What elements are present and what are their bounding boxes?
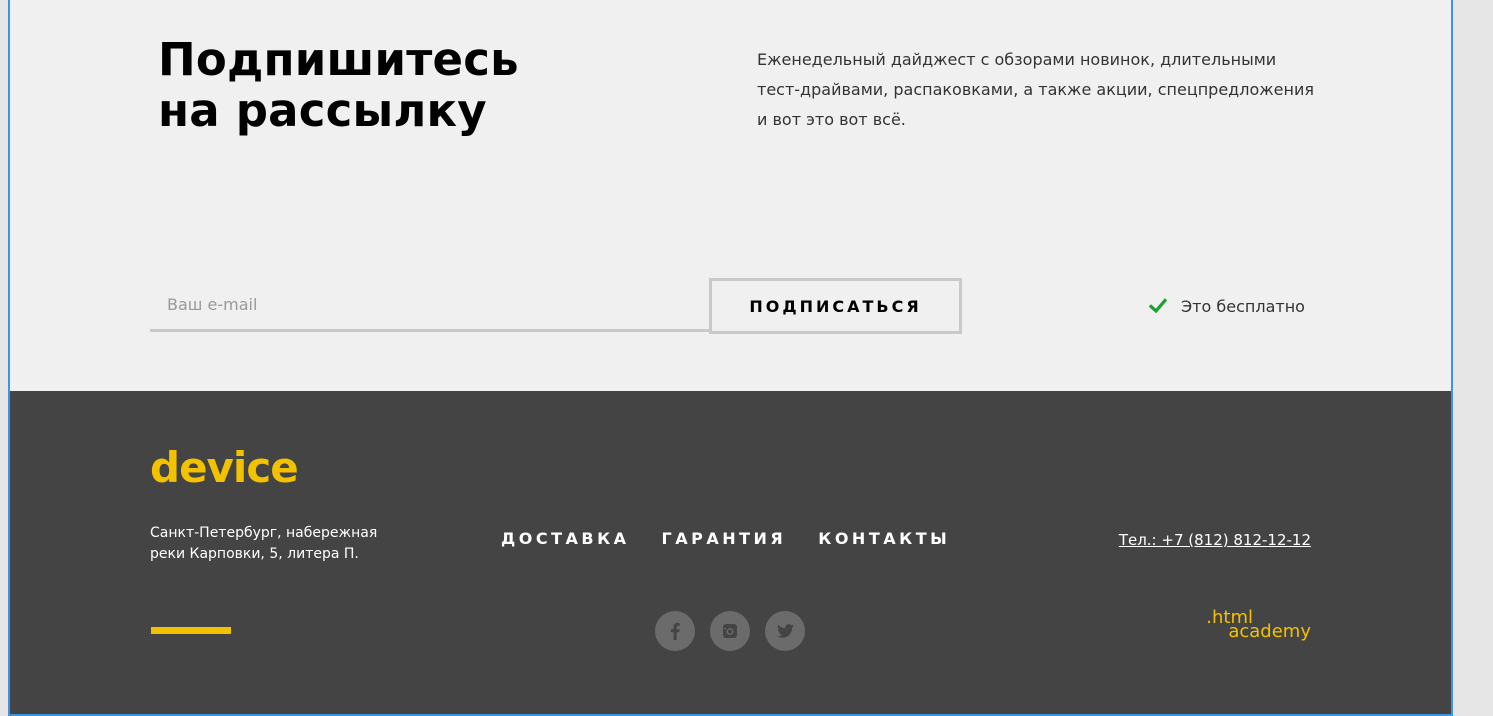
- footer-logo[interactable]: device: [150, 443, 299, 493]
- subscribe-title-line1: Подпишитесь: [158, 33, 519, 86]
- footer-nav-warranty[interactable]: ГАРАНТИЯ: [662, 527, 787, 551]
- facebook-icon[interactable]: [655, 611, 695, 651]
- footer-address: Санкт-Петербург, набережная реки Карповк…: [150, 525, 378, 562]
- twitter-icon[interactable]: [765, 611, 805, 651]
- footer-nav-contacts[interactable]: КОНТАКТЫ: [818, 527, 950, 551]
- subscribe-title-line2: на рассылку: [158, 84, 487, 137]
- footer-divider: [151, 627, 231, 634]
- check-icon: [1148, 297, 1168, 315]
- subscribe-description: Еженедельный дайджест с обзорами новинок…: [757, 50, 1314, 129]
- footer-nav-delivery[interactable]: ДОСТАВКА: [501, 527, 630, 551]
- site-footer: device Санкт-Петербург, набережная реки …: [10, 391, 1451, 714]
- footer-nav: ДОСТАВКА ГАРАНТИЯ КОНТАКТЫ: [501, 527, 982, 551]
- footer-phone[interactable]: Тел.: +7 (812) 812-12-12: [1119, 529, 1311, 551]
- free-note: Это бесплатно: [1148, 294, 1305, 318]
- page-frame: Подпишитесь на рассылку Еженедельный дай…: [8, 0, 1453, 716]
- subscribe-button[interactable]: ПОДПИСАТЬСЯ: [709, 278, 962, 334]
- subscribe-title: Подпишитесь на рассылку: [158, 34, 519, 136]
- html-academy-logo[interactable]: .html academy: [1206, 609, 1311, 641]
- free-note-text: Это бесплатно: [1181, 296, 1305, 316]
- subscribe-section: Подпишитесь на рассылку Еженедельный дай…: [10, 0, 1451, 391]
- instagram-icon[interactable]: [710, 611, 750, 651]
- social-links: [655, 611, 820, 651]
- email-input[interactable]: [150, 280, 710, 332]
